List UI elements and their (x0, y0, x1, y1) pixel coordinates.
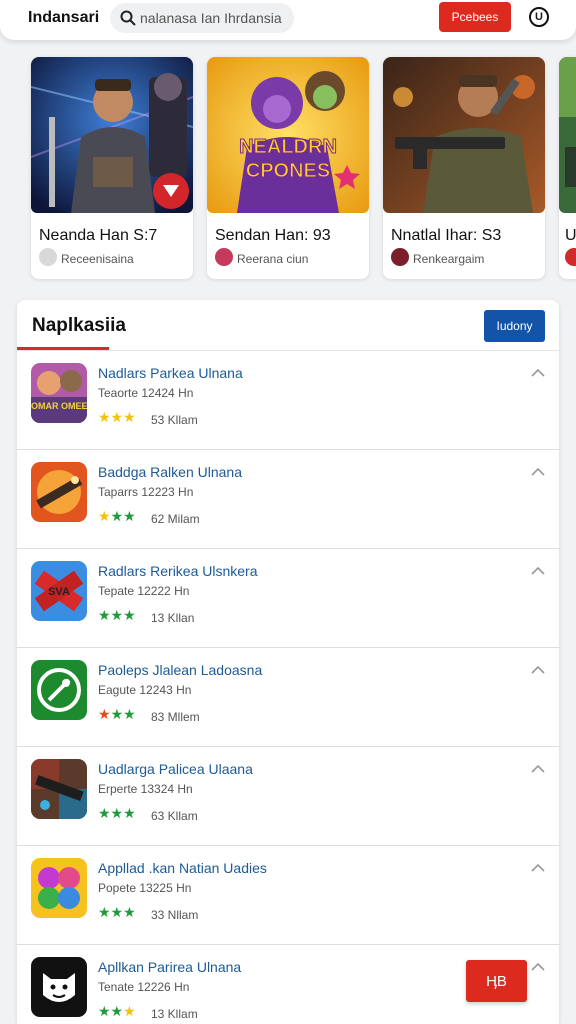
app-name[interactable]: Apllkan Parirea Ulnana (98, 959, 241, 975)
featured-card-subtitle: Reerana ciun (237, 252, 309, 266)
app-count: 13 Kllam (151, 1007, 198, 1021)
chevron-up-icon[interactable] (531, 763, 545, 773)
app-meta: Eagute 12243 Hn (98, 683, 192, 697)
list-item[interactable]: Paoleps Jlalean Ladoasna Eagute 12243 Hn… (17, 648, 559, 747)
chevron-up-icon[interactable] (531, 565, 545, 575)
featured-card-title: Sendan Han: 93 (215, 227, 331, 244)
app-count: 53 Kllam (151, 413, 198, 427)
app-icon-text: SVA (48, 586, 70, 598)
app-name[interactable]: Nadlars Parkea Ulnana (98, 365, 243, 381)
featured-card-subtitle: Renkeargaim (413, 252, 485, 266)
app-name[interactable]: Baddga Ralken Ulnana (98, 464, 242, 480)
featured-card-avatar (391, 248, 409, 266)
list-item[interactable]: SVA Radlars Rerikea Ulsnkera Tepate 1222… (17, 549, 559, 648)
svg-text:NEALDRN: NEALDRN (239, 136, 337, 158)
panel-action-button[interactable]: Iudony (484, 310, 545, 342)
app-meta: Taparrs 12223 Hn (98, 485, 194, 499)
app-icon: COMAR OMEES (31, 363, 87, 423)
app-count: 63 Kllam (151, 809, 198, 823)
featured-card-title: Neanda Han S:7 (39, 227, 158, 244)
app-meta: Teaorte 12424 Hn (98, 386, 194, 400)
header-action-button[interactable]: Pcebees (439, 2, 511, 32)
svg-text:CPONES: CPONES (246, 160, 330, 182)
search-input[interactable] (140, 3, 290, 33)
app-name[interactable]: Paoleps Jlalean Ladoasna (98, 662, 262, 678)
featured-card[interactable]: U (559, 57, 576, 279)
list-item[interactable]: COMAR OMEES Nadlars Parkea Ulnana Teaort… (17, 351, 559, 450)
featured-card-title: U (565, 227, 576, 244)
featured-card-avatar (565, 248, 576, 266)
app-count: 13 Kllan (151, 611, 195, 625)
app-meta: Tepate 12222 Hn (98, 584, 190, 598)
app-icon (31, 660, 87, 720)
star-rating: ★★★ (98, 1003, 136, 1019)
star-rating: ★★★ (98, 508, 136, 524)
app-count: 33 Nllam (151, 908, 199, 922)
featured-card-image (383, 57, 545, 213)
app-meta: Popete 13225 Hn (98, 881, 192, 895)
app-list-panel: Naplkasiia Iudony COMAR OMEES Nadlars Pa… (17, 300, 559, 1024)
top-header: Indansari Pcebees U (0, 0, 576, 40)
app-name[interactable]: Appllad .kan Natian Uadies (98, 860, 267, 876)
floating-action-button[interactable]: ӉB (466, 960, 527, 1002)
featured-card[interactable]: NEALDRN CPONES Sendan Han: 93 Reerana ci… (207, 57, 369, 279)
star-rating: ★★★ (98, 409, 136, 425)
star-rating: ★★★ (98, 607, 136, 623)
search-icon (120, 10, 136, 26)
featured-card[interactable]: Neanda Han S:7 Receenisaina (31, 57, 193, 279)
app-icon (31, 462, 87, 522)
app-count: 83 Mllem (151, 710, 200, 724)
app-icon (31, 858, 87, 918)
featured-card-image (559, 57, 576, 213)
chevron-up-icon[interactable] (531, 466, 545, 476)
app-icon: SVA (31, 561, 87, 621)
featured-card-subtitle: Receenisaina (61, 252, 134, 266)
list-item[interactable]: Uadlarga Palicea Ulaana Erperte 13324 Hn… (17, 747, 559, 846)
app-name[interactable]: Uadlarga Palicea Ulaana (98, 761, 253, 777)
chevron-up-icon[interactable] (531, 862, 545, 872)
app-count: 62 Milam (151, 512, 200, 526)
featured-card-avatar (215, 248, 233, 266)
featured-card-title: Nnatlal Ihar: S3 (391, 227, 502, 244)
star-rating: ★★★ (98, 706, 136, 722)
app-meta: Erperte 13324 Hn (98, 782, 193, 796)
featured-card-image (31, 57, 193, 213)
brand-name[interactable]: Indansari (28, 9, 99, 27)
user-icon[interactable]: U (529, 7, 549, 27)
tab-indicator (17, 347, 109, 350)
app-name[interactable]: Radlars Rerikea Ulsnkera (98, 563, 258, 579)
list-item[interactable]: Appllad .kan Natian Uadies Popete 13225 … (17, 846, 559, 945)
chevron-up-icon[interactable] (531, 367, 545, 377)
app-icon (31, 957, 87, 1017)
star-rating: ★★★ (98, 904, 136, 920)
featured-card-avatar (39, 248, 57, 266)
featured-card-image: NEALDRN CPONES (207, 57, 369, 213)
app-meta: Tenate 12226 Hn (98, 980, 190, 994)
search-bar[interactable] (110, 3, 294, 33)
chevron-up-icon[interactable] (531, 961, 545, 971)
list-item[interactable]: Baddga Ralken Ulnana Taparrs 12223 Hn ★★… (17, 450, 559, 549)
app-icon-text: COMAR OMEES (31, 401, 87, 411)
app-icon (31, 759, 87, 819)
chevron-up-icon[interactable] (531, 664, 545, 674)
featured-card[interactable]: Nnatlal Ihar: S3 Renkeargaim (383, 57, 545, 279)
star-rating: ★★★ (98, 805, 136, 821)
panel-title: Naplkasiia (32, 315, 126, 336)
